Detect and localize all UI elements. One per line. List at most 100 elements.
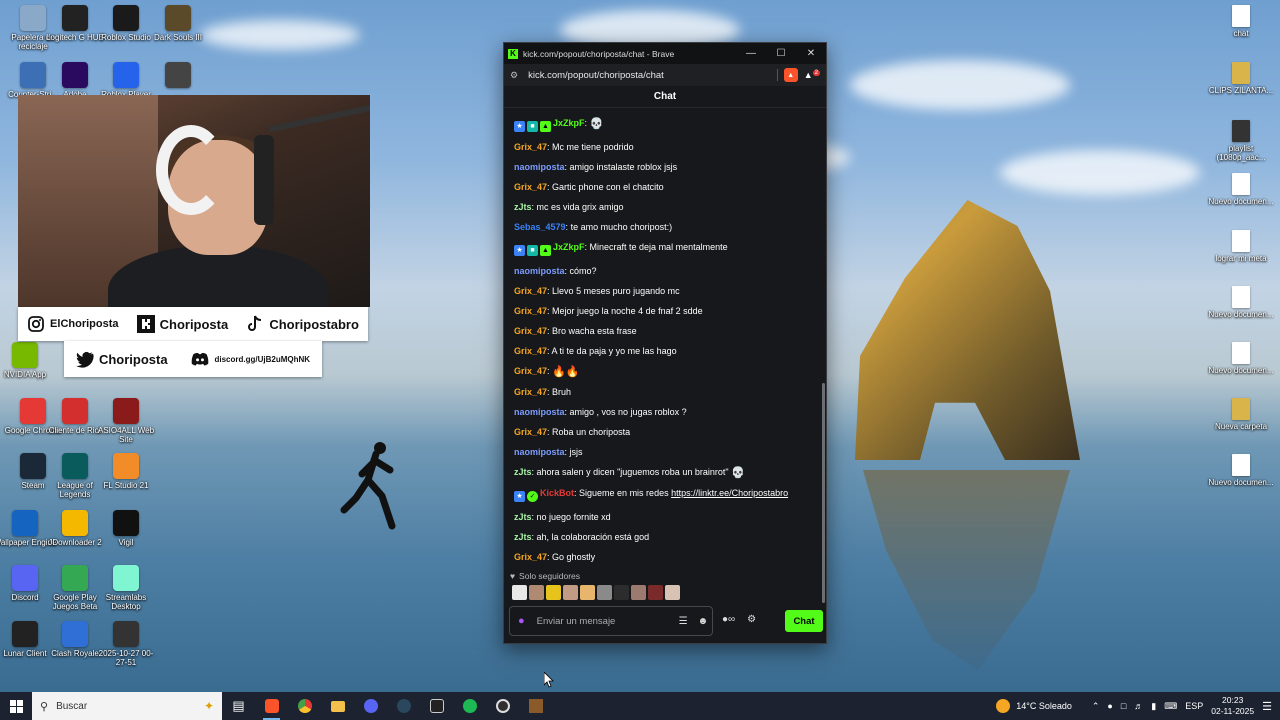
emote-1[interactable]	[512, 585, 527, 600]
window-titlebar[interactable]: K kick.com/popout/choriposta/chat - Brav…	[504, 43, 826, 64]
chat-username[interactable]: zJts	[514, 202, 532, 212]
file-explorer-taskbar-icon[interactable]	[321, 692, 354, 720]
users-icon[interactable]: ●∞	[722, 614, 735, 625]
chat-username[interactable]: Grix_47	[514, 427, 547, 437]
desktop-icon[interactable]: chat	[1208, 5, 1274, 38]
address-bar[interactable]: ⚙ kick.com/popout/choriposta/chat ▲ ▲ 2	[504, 64, 826, 86]
minimize-button[interactable]: —	[736, 43, 766, 64]
language-indicator[interactable]: ESP	[1185, 701, 1203, 711]
chat-username[interactable]: Grix_47	[514, 366, 547, 376]
emote-5[interactable]	[580, 585, 595, 600]
message-composer[interactable]: ● ☰ ☻	[509, 606, 713, 636]
chat-username[interactable]: Sebas_4579	[514, 222, 566, 232]
site-settings-icon[interactable]: ⚙	[510, 70, 518, 81]
emoji-icon[interactable]: ☻	[698, 616, 709, 627]
chat-username[interactable]: Grix_47	[514, 346, 547, 356]
start-button[interactable]	[0, 692, 32, 720]
chat-username[interactable]: Grix_47	[514, 182, 547, 192]
minecraft-taskbar-icon[interactable]	[519, 692, 552, 720]
chat-username[interactable]: naomiposta	[514, 447, 565, 457]
chat-username[interactable]: JxZkpF	[553, 118, 585, 128]
battery-icon[interactable]: ▮	[1151, 701, 1156, 712]
emote-3[interactable]	[546, 585, 561, 600]
settings-icon[interactable]: ⚙	[747, 614, 756, 625]
desktop-icon[interactable]: Nuevo documen...	[1208, 342, 1274, 375]
chat-username[interactable]: zJts	[514, 532, 532, 542]
translate-icon[interactable]: ☰	[679, 616, 688, 627]
taskbar: ⚲ Buscar ✦ ▤ 14°C Soleado ⌃ ● □ ♬ ▮ ⌨ ES…	[0, 692, 1280, 720]
spotify-taskbar-icon[interactable]	[453, 692, 486, 720]
desktop-icon[interactable]: lograr mi meta	[1208, 230, 1274, 263]
desktop-icon[interactable]: playlist (1080p_aac...	[1208, 120, 1274, 162]
chat-username[interactable]: Grix_47	[514, 306, 547, 316]
emote-4[interactable]	[563, 585, 578, 600]
chat-username[interactable]: naomiposta	[514, 162, 565, 172]
obs-taskbar-icon[interactable]	[486, 692, 519, 720]
volume-icon[interactable]: ♬	[1134, 701, 1143, 711]
chevron-up-icon[interactable]: ⌃	[1092, 701, 1100, 712]
microphone-icon[interactable]: ●	[518, 615, 525, 627]
desktop-icon[interactable]: 2025-10-27 00-27-51	[93, 621, 159, 667]
chat-username[interactable]: Grix_47	[514, 552, 547, 562]
url-text[interactable]: kick.com/popout/choriposta/chat	[528, 70, 777, 81]
desktop-icon[interactable]: Nuevo documen...	[1208, 454, 1274, 487]
chat-username[interactable]: naomiposta	[514, 266, 565, 276]
emote-9[interactable]	[648, 585, 663, 600]
chat-username[interactable]: zJts	[514, 512, 532, 522]
close-button[interactable]: ✕	[796, 43, 826, 64]
taskbar-search[interactable]: ⚲ Buscar ✦	[32, 692, 222, 720]
emote-10[interactable]	[665, 585, 680, 600]
desktop-icon[interactable]: ASIO4ALL Web Site	[93, 398, 159, 444]
jdownloader-icon	[62, 510, 88, 536]
streamlabs-taskbar-icon[interactable]	[420, 692, 453, 720]
emote-8[interactable]	[631, 585, 646, 600]
message-input[interactable]	[536, 615, 669, 627]
chat-message: Grix_47: 🔥🔥	[514, 366, 580, 378]
chat-link[interactable]: https://linktr.ee/Choripostabro	[671, 488, 788, 498]
desktop-icon[interactable]: Nueva carpeta	[1208, 398, 1274, 431]
chrome-taskbar-icon[interactable]	[288, 692, 321, 720]
discord-taskbar-icon[interactable]	[354, 692, 387, 720]
emote-6[interactable]	[597, 585, 612, 600]
desktop-icon[interactable]: Streamlabs Desktop	[93, 565, 159, 611]
brave-taskbar-icon[interactable]	[255, 692, 288, 720]
chat-username[interactable]: KickBot	[540, 488, 574, 498]
chat-username[interactable]: Grix_47	[514, 286, 547, 296]
weather-widget[interactable]: 14°C Soleado	[996, 699, 1072, 713]
maximize-button[interactable]: ☐	[766, 43, 796, 64]
task-view-button[interactable]: ▤	[222, 692, 255, 720]
desktop-icon[interactable]: Nuevo documen...	[1208, 173, 1274, 206]
chat-username[interactable]: naomiposta	[514, 407, 565, 417]
desktop-icon[interactable]: FL Studio 21	[93, 453, 159, 490]
desktop-icon[interactable]: Vigil	[93, 510, 159, 547]
desktop-icon[interactable]: Nuevo documen...	[1208, 286, 1274, 319]
chat-username[interactable]: JxZkpF	[553, 242, 585, 252]
chat-username[interactable]: Grix_47	[514, 326, 547, 336]
chat-text: Mejor juego la noche 4 de fnaf 2 sdde	[552, 306, 703, 316]
brave-shield-icon[interactable]: ▲	[783, 68, 798, 82]
send-chat-button[interactable]: Chat	[785, 610, 823, 632]
desktop-icon[interactable]: Dark Souls III	[145, 5, 211, 42]
desktop-icon[interactable]: NVIDIA App	[0, 342, 58, 379]
dark-souls-icon	[165, 5, 191, 31]
steam-taskbar-icon[interactable]	[387, 692, 420, 720]
network-icon[interactable]: □	[1121, 701, 1126, 711]
vigil-icon	[113, 510, 139, 536]
verified-badge-icon: ★	[514, 245, 525, 256]
chat-username[interactable]: Grix_47	[514, 142, 547, 152]
emote-7[interactable]	[614, 585, 629, 600]
keyboard-icon[interactable]: ⌨	[1164, 701, 1177, 712]
emote-2[interactable]	[529, 585, 544, 600]
desktop-icon[interactable]: ...	[145, 62, 211, 99]
chat-username[interactable]: zJts	[514, 467, 532, 477]
chat-message: zJts: no juego fornite xd	[514, 512, 611, 522]
chat-scrollbar[interactable]	[822, 383, 825, 603]
chat-emote: 💀	[731, 467, 745, 479]
desktop-icon[interactable]: CLIPS ZILANTA...	[1208, 62, 1274, 95]
chat-username[interactable]: Grix_47	[514, 387, 547, 397]
clock[interactable]: 20:23 02-11-2025	[1211, 695, 1254, 717]
brave-rewards-icon[interactable]: ▲ 2	[804, 70, 820, 80]
heart-icon: ♥	[510, 571, 516, 581]
notifications-icon[interactable]: ☰	[1262, 700, 1272, 713]
microphone-tray-icon[interactable]: ●	[1107, 701, 1112, 711]
